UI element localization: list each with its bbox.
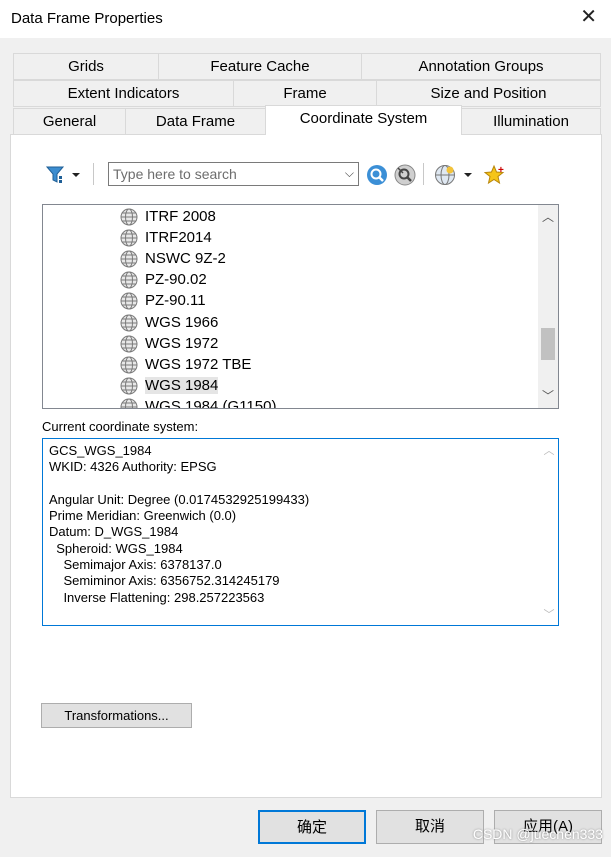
- tree-item-label: ITRF 2008: [145, 208, 216, 225]
- tree-item[interactable]: WGS 1972 TBE: [119, 354, 251, 375]
- close-icon[interactable]: ✕: [580, 7, 597, 27]
- tree-item[interactable]: WGS 1972: [119, 333, 218, 354]
- ok-button[interactable]: 确定: [258, 810, 366, 844]
- globe-icon: [120, 229, 138, 246]
- tree-item-label: PZ-90.02: [145, 271, 207, 288]
- clear-search-icon[interactable]: [394, 164, 416, 186]
- current-system-label: Current coordinate system:: [42, 419, 199, 434]
- scroll-thumb[interactable]: [541, 328, 555, 360]
- globe-icon: [120, 250, 138, 267]
- tree-scrollbar[interactable]: ︿ ﹀: [538, 205, 558, 408]
- tree-item-selected[interactable]: WGS 1984: [119, 375, 219, 396]
- tab-data-frame[interactable]: Data Frame: [125, 108, 266, 135]
- globe-icon: [120, 292, 138, 309]
- tree-item-label: WGS 1972: [145, 335, 219, 352]
- tab-illumination[interactable]: Illumination: [461, 108, 601, 135]
- tree-item-label: NSWC 9Z-2: [145, 250, 226, 267]
- globe-icon: [120, 208, 138, 225]
- tab-coordinate-system[interactable]: Coordinate System: [265, 105, 462, 135]
- tree-item[interactable]: WGS 1984 (G1150): [119, 396, 277, 409]
- tree-item-label: WGS 1966: [145, 314, 219, 331]
- scroll-up-icon[interactable]: ︿: [538, 207, 558, 227]
- dialog-body: Grids Feature Cache Annotation Groups Ex…: [0, 38, 611, 857]
- transformations-button[interactable]: Transformations...: [41, 703, 192, 728]
- tree-item[interactable]: NSWC 9Z-2: [119, 248, 226, 269]
- globe-icon: [120, 356, 138, 373]
- scroll-down-icon: ﹀: [543, 609, 555, 621]
- search-combo[interactable]: ⌵: [108, 162, 359, 186]
- tab-grids[interactable]: Grids: [13, 53, 159, 80]
- globe-icon: [120, 335, 138, 352]
- tree-item[interactable]: PZ-90.02: [119, 269, 207, 290]
- tab-extent-indicators[interactable]: Extent Indicators: [13, 80, 234, 107]
- cancel-button[interactable]: 取消: [376, 810, 484, 844]
- globe-icon: [120, 398, 138, 408]
- tree-item-label: ITRF2014: [145, 229, 212, 246]
- chevron-down-icon[interactable]: ⌵: [345, 166, 354, 181]
- tab-size-and-position[interactable]: Size and Position: [376, 80, 601, 107]
- tab-annotation-groups[interactable]: Annotation Groups: [361, 53, 601, 80]
- title-bar: Data Frame Properties ✕: [0, 0, 611, 38]
- scroll-up-icon: ︿: [543, 445, 555, 457]
- tree-item-label: PZ-90.11: [145, 292, 206, 309]
- tab-feature-cache[interactable]: Feature Cache: [158, 53, 362, 80]
- coordinate-system-tree[interactable]: ITRF 2008 ITRF2014 NSWC 9Z-2 PZ-90.02 PZ…: [42, 204, 559, 409]
- globe-icon: [120, 377, 138, 394]
- watermark: CSDN @juechen333: [472, 826, 603, 842]
- scroll-down-icon[interactable]: ﹀: [538, 386, 558, 406]
- globe-icon: [120, 271, 138, 288]
- tree-item-label: WGS 1984 (G1150): [145, 398, 277, 409]
- add-favorite-icon[interactable]: +: [483, 164, 506, 186]
- tree-item[interactable]: WGS 1966: [119, 312, 218, 333]
- window-title: Data Frame Properties: [11, 10, 163, 27]
- search-go-icon[interactable]: [366, 164, 388, 186]
- globe-icon[interactable]: [434, 164, 474, 186]
- tree-item-label: WGS 1984: [145, 377, 219, 394]
- tree-item[interactable]: PZ-90.11: [119, 290, 206, 311]
- globe-icon: [120, 314, 138, 331]
- coordinate-system-panel: ⌵ + ITRF 2008 ITRF2014 NSWC 9Z-2 PZ: [10, 134, 602, 798]
- tree-item-label: WGS 1972 TBE: [145, 356, 252, 373]
- tab-general[interactable]: General: [13, 108, 126, 135]
- svg-text:+: +: [498, 165, 504, 176]
- current-system-textbox[interactable]: GCS_WGS_1984 WKID: 4326 Authority: EPSG …: [42, 438, 559, 626]
- search-input[interactable]: [109, 163, 329, 185]
- current-system-text: GCS_WGS_1984 WKID: 4326 Authority: EPSG …: [49, 443, 310, 605]
- tree-item[interactable]: ITRF2014: [119, 227, 212, 248]
- filter-icon[interactable]: [45, 165, 85, 185]
- tab-frame[interactable]: Frame: [233, 80, 377, 107]
- textbox-scrollbar: ︿ ﹀: [540, 439, 558, 625]
- tree-item[interactable]: ITRF 2008: [119, 206, 216, 227]
